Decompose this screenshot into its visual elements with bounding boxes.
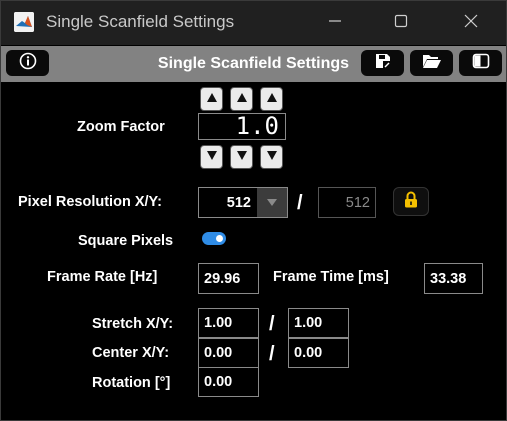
zoom-down-button-3[interactable] (260, 145, 283, 169)
panel-toolbar: Single Scanfield Settings (1, 46, 506, 82)
minimize-icon (328, 14, 342, 33)
open-folder-button[interactable] (410, 50, 453, 76)
center-y-field[interactable]: 0.00 (288, 338, 349, 368)
stretch-separator: / (269, 313, 275, 335)
panel-toggle-button[interactable] (459, 50, 502, 76)
open-folder-icon (422, 53, 442, 74)
lock-icon (404, 191, 418, 213)
save-icon (374, 52, 392, 75)
settings-window: Single Scanfield Settings Single Scanfie… (0, 0, 507, 421)
frame-rate-label: Frame Rate [Hz] (47, 269, 158, 285)
zoom-factor-field[interactable]: 1.0 (198, 113, 286, 140)
zoom-up-button-2[interactable] (230, 87, 253, 111)
frame-time-field: 33.38 (424, 263, 483, 294)
rotation-label: Rotation [°] (92, 375, 171, 391)
window-title: Single Scanfield Settings (46, 12, 235, 31)
maximize-button[interactable] (381, 9, 421, 37)
triangle-down-icon (266, 148, 278, 166)
stretch-y-field[interactable]: 1.00 (288, 308, 349, 338)
save-button[interactable] (361, 50, 404, 76)
square-pixels-label: Square Pixels (78, 233, 174, 249)
pixel-resolution-separator: / (297, 192, 303, 214)
center-x-field[interactable]: 0.00 (198, 338, 259, 368)
panel-toggle-icon (472, 53, 490, 74)
triangle-up-icon (206, 90, 218, 108)
pixel-resolution-label: Pixel Resolution X/Y: (18, 194, 162, 210)
matlab-icon (14, 12, 34, 32)
chevron-down-icon[interactable] (257, 188, 287, 217)
center-separator: / (269, 343, 275, 365)
frame-rate-field: 29.96 (198, 263, 259, 294)
pixel-resolution-y-field: 512 (318, 187, 376, 218)
stretch-x-field[interactable]: 1.00 (198, 308, 259, 338)
toggle-knob (216, 235, 223, 242)
close-button[interactable] (451, 9, 491, 37)
center-label: Center X/Y: (92, 345, 170, 361)
triangle-up-icon (266, 90, 278, 108)
zoom-down-button-2[interactable] (230, 145, 253, 169)
maximize-icon (394, 14, 408, 33)
lock-aspect-button[interactable] (393, 187, 429, 216)
triangle-down-icon (236, 148, 248, 166)
zoom-up-button-3[interactable] (260, 87, 283, 111)
pixel-resolution-x-select[interactable]: 512 (198, 187, 288, 218)
zoom-down-button-1[interactable] (200, 145, 223, 169)
square-pixels-toggle[interactable] (202, 232, 226, 245)
zoom-factor-label: Zoom Factor (77, 119, 165, 135)
frame-time-label: Frame Time [ms] (273, 269, 389, 285)
triangle-up-icon (236, 90, 248, 108)
triangle-down-icon (206, 148, 218, 166)
rotation-field[interactable]: 0.00 (198, 367, 259, 397)
pixel-resolution-x-value: 512 (199, 188, 257, 217)
minimize-button[interactable] (315, 9, 355, 37)
stretch-label: Stretch X/Y: (92, 316, 174, 332)
zoom-up-button-1[interactable] (200, 87, 223, 111)
close-icon (464, 14, 478, 33)
window-titlebar[interactable]: Single Scanfield Settings (1, 1, 506, 45)
